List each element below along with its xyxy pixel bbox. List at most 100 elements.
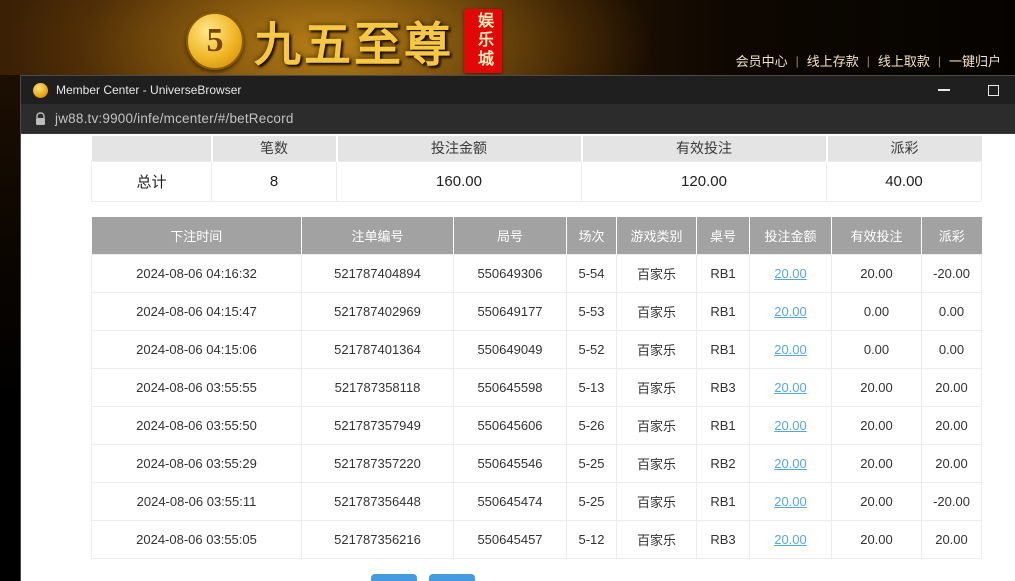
summary-count-value: 8: [212, 161, 337, 201]
summary-payout-value: 40.00: [827, 161, 982, 201]
nav-one-key-transfer[interactable]: 一键归户: [949, 51, 1001, 70]
cell-round-id: 550645457: [454, 521, 567, 559]
cell-order-id: 521787401364: [302, 331, 454, 369]
cell-valid-bet: 0.00: [832, 331, 922, 369]
bet-amount-link[interactable]: 20.00: [774, 304, 807, 319]
cell-session: 5-13: [567, 369, 617, 407]
summary-header-payout: 派彩: [827, 136, 982, 161]
header-session: 场次: [567, 217, 617, 255]
banner-nav: 会员中心 | 线上存款 | 线上取款 | 一键归户: [736, 51, 1001, 70]
screen: 5 九五至尊 娱乐城 会员中心 | 线上存款 | 线上取款 | 一键归户 Mem…: [0, 0, 1015, 581]
cell-game-type: 百家乐: [617, 407, 697, 445]
cell-table-no: RB3: [697, 521, 750, 559]
cell-table-no: RB3: [697, 369, 750, 407]
pagination-next-button[interactable]: [429, 574, 475, 581]
bet-amount-link[interactable]: 20.00: [774, 456, 807, 471]
cell-order-id: 521787402969: [302, 293, 454, 331]
table-row: 2024-08-06 04:16:32 521787404894 5506493…: [92, 255, 982, 293]
summary-header-row: 笔数 投注金额 有效投注 派彩: [92, 136, 982, 161]
cell-payout: -20.00: [922, 483, 982, 521]
cell-payout: 20.00: [922, 445, 982, 483]
nav-separator: |: [796, 54, 799, 68]
cell-payout: 0.00: [922, 293, 982, 331]
table-row: 2024-08-06 03:55:55 521787358118 5506455…: [92, 369, 982, 407]
cell-valid-bet: 20.00: [832, 407, 922, 445]
cell-payout: -20.00: [922, 255, 982, 293]
header-payout: 派彩: [922, 217, 982, 255]
bet-amount-link[interactable]: 20.00: [774, 418, 807, 433]
cell-round-id: 550649306: [454, 255, 567, 293]
header-valid-bet: 有效投注: [832, 217, 922, 255]
cell-session: 5-53: [567, 293, 617, 331]
cell-order-id: 521787357949: [302, 407, 454, 445]
site-banner: 5 九五至尊 娱乐城 会员中心 | 线上存款 | 线上取款 | 一键归户: [0, 0, 1015, 75]
minimize-button[interactable]: [938, 89, 950, 91]
cell-table-no: RB1: [697, 293, 750, 331]
cell-bet-amount: 20.00: [750, 369, 832, 407]
pagination: [371, 574, 1015, 581]
nav-member-center[interactable]: 会员中心: [736, 51, 788, 70]
cell-valid-bet: 20.00: [832, 483, 922, 521]
bet-amount-link[interactable]: 20.00: [774, 532, 807, 547]
cell-bet-time: 2024-08-06 04:15:47: [92, 293, 302, 331]
summary-bet-value: 160.00: [337, 161, 582, 201]
cell-bet-amount: 20.00: [750, 331, 832, 369]
cell-valid-bet: 20.00: [832, 445, 922, 483]
maximize-button[interactable]: [988, 85, 999, 96]
bet-amount-link[interactable]: 20.00: [774, 266, 807, 281]
window-icon: [33, 83, 48, 98]
brand-title: 九五至尊: [254, 6, 454, 75]
bet-record-table: 下注时间 注单编号 局号 场次 游戏类别 桌号 投注金额 有效投注 派彩 202…: [91, 217, 982, 560]
table-row: 2024-08-06 03:55:29 521787357220 5506455…: [92, 445, 982, 483]
cell-bet-amount: 20.00: [750, 255, 832, 293]
cell-bet-time: 2024-08-06 03:55:55: [92, 369, 302, 407]
cell-valid-bet: 20.00: [832, 369, 922, 407]
browser-window: Member Center - UniverseBrowser jw88.tv:…: [20, 75, 1015, 581]
nav-online-withdraw[interactable]: 线上取款: [878, 51, 930, 70]
cell-game-type: 百家乐: [617, 255, 697, 293]
cell-game-type: 百家乐: [617, 445, 697, 483]
cell-order-id: 521787356448: [302, 483, 454, 521]
nav-online-deposit[interactable]: 线上存款: [807, 51, 859, 70]
cell-table-no: RB1: [697, 331, 750, 369]
cell-game-type: 百家乐: [617, 293, 697, 331]
cell-round-id: 550649177: [454, 293, 567, 331]
cell-round-id: 550645546: [454, 445, 567, 483]
nav-separator: |: [938, 54, 941, 68]
cell-bet-amount: 20.00: [750, 483, 832, 521]
cell-bet-time: 2024-08-06 03:55:11: [92, 483, 302, 521]
cell-payout: 0.00: [922, 331, 982, 369]
bet-amount-link[interactable]: 20.00: [774, 380, 807, 395]
url-text[interactable]: jw88.tv:9900/infe/mcenter/#/betRecord: [55, 111, 294, 126]
cell-table-no: RB1: [697, 407, 750, 445]
summary-header-blank: [92, 136, 212, 161]
summary-header-valid: 有效投注: [582, 136, 827, 161]
cell-session: 5-25: [567, 483, 617, 521]
cell-game-type: 百家乐: [617, 521, 697, 559]
cell-order-id: 521787404894: [302, 255, 454, 293]
url-bar[interactable]: jw88.tv:9900/infe/mcenter/#/betRecord: [21, 104, 1015, 134]
cell-order-id: 521787357220: [302, 445, 454, 483]
cell-session: 5-25: [567, 445, 617, 483]
pagination-prev-button[interactable]: [371, 574, 417, 581]
cell-session: 5-26: [567, 407, 617, 445]
header-order-id: 注单编号: [302, 217, 454, 255]
cell-valid-bet: 20.00: [832, 255, 922, 293]
header-round-id: 局号: [454, 217, 567, 255]
table-row: 2024-08-06 04:15:47 521787402969 5506491…: [92, 293, 982, 331]
cell-table-no: RB1: [697, 255, 750, 293]
cell-session: 5-12: [567, 521, 617, 559]
cell-table-no: RB2: [697, 445, 750, 483]
cell-table-no: RB1: [697, 483, 750, 521]
summary-valid-value: 120.00: [582, 161, 827, 201]
cell-round-id: 550649049: [454, 331, 567, 369]
bet-amount-link[interactable]: 20.00: [774, 494, 807, 509]
cell-session: 5-54: [567, 255, 617, 293]
cell-bet-time: 2024-08-06 04:15:06: [92, 331, 302, 369]
bet-amount-link[interactable]: 20.00: [774, 342, 807, 357]
bet-rows: 2024-08-06 04:16:32 521787404894 5506493…: [92, 255, 982, 559]
cell-game-type: 百家乐: [617, 331, 697, 369]
page-content: 笔数 投注金额 有效投注 派彩 总计 8 160.00 120.00 40.00: [21, 134, 1015, 581]
brand-logo-icon: 5: [186, 12, 244, 70]
brand-subtitle: 娱乐城: [464, 9, 502, 73]
